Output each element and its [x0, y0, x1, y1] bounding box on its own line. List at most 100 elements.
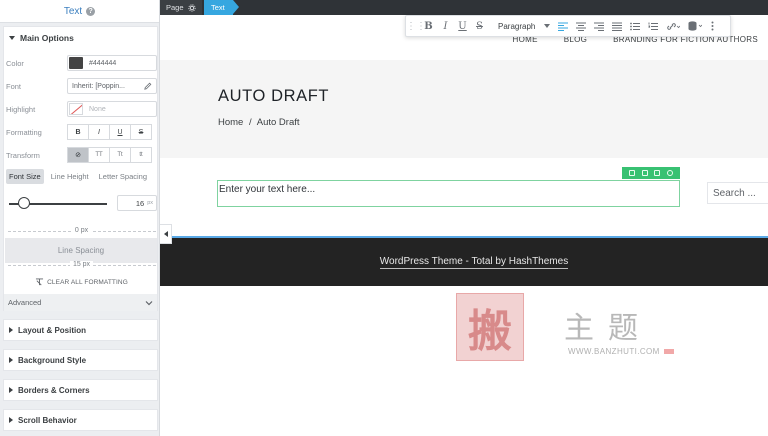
transform-label: Transform [6, 151, 40, 160]
breadcrumb-current[interactable]: Text [204, 0, 239, 15]
color-swatch[interactable] [69, 57, 83, 69]
crumb-separator: / [248, 117, 252, 128]
font-label: Font [6, 82, 22, 91]
align-justify-icon[interactable] [608, 15, 626, 37]
formatting-label: Formatting [6, 128, 42, 137]
highlight-row: Highlight None [4, 101, 159, 119]
watermark-logo: 搬 [456, 293, 524, 361]
element-toolbar [622, 167, 680, 179]
section-scroll-behavior[interactable]: Scroll Behavior [3, 409, 158, 431]
highlight-label: Highlight [6, 105, 36, 114]
transform-buttons: ⊘ TT Tt tt [67, 147, 152, 163]
align-center-icon[interactable] [572, 15, 590, 37]
watermark-url-text: WWW.BANZHUTI.COM [568, 347, 660, 356]
transform-none-button[interactable]: ⊘ [67, 147, 89, 163]
move-icon[interactable] [629, 170, 636, 176]
line-spacing-bottom-label: 15 px [4, 261, 159, 268]
breadcrumb-current-label: Text [211, 3, 225, 12]
font-size-input[interactable]: 16 px [117, 195, 157, 211]
bold-button[interactable]: B [67, 124, 89, 140]
color-row: Color #444444 [4, 55, 159, 73]
help-icon[interactable]: ? [86, 6, 96, 16]
section-label: Borders & Corners [18, 385, 90, 395]
caret-left-icon [163, 231, 168, 237]
section-borders-corners[interactable]: Borders & Corners [3, 379, 158, 401]
typography-tabs: Font Size Line Height Letter Spacing [6, 169, 150, 184]
section-label: Background Style [18, 355, 87, 365]
highlight-picker[interactable]: None [67, 101, 157, 117]
transform-lowercase-button[interactable]: tt [130, 147, 152, 163]
caret-right-icon [9, 357, 13, 363]
align-left-icon[interactable] [554, 15, 572, 37]
watermark-logo-glyph: 搬 [468, 306, 512, 357]
more-options-icon[interactable] [706, 15, 718, 37]
section-layout-position[interactable]: Layout & Position [3, 319, 158, 341]
transform-row: Transform ⊘ TT Tt tt [4, 147, 159, 165]
pencil-icon[interactable] [144, 82, 152, 90]
caret-right-icon [9, 327, 13, 333]
caret-right-icon [9, 387, 13, 393]
toolbar-underline-button[interactable]: U [454, 21, 471, 32]
section-label: Layout & Position [18, 325, 86, 335]
panel-header: Text ? [0, 0, 159, 23]
settings-icon[interactable] [654, 170, 661, 176]
no-color-swatch[interactable] [69, 103, 83, 115]
tab-line-height[interactable]: Line Height [48, 169, 92, 184]
toolbar-italic-button[interactable]: I [437, 21, 454, 32]
link-icon[interactable] [662, 15, 684, 37]
transform-uppercase-button[interactable]: TT [88, 147, 110, 163]
numbered-list-icon[interactable] [644, 15, 662, 37]
text-element-editor[interactable]: Enter your text here... [217, 180, 680, 207]
database-icon[interactable] [684, 15, 706, 37]
drag-handle-icon[interactable]: ⋮⋮ [406, 21, 426, 32]
line-spacing-control[interactable]: Line Spacing [5, 238, 157, 263]
advanced-label: Advanced [8, 298, 42, 307]
line-spacing-label: Line Spacing [57, 246, 105, 255]
duplicate-icon[interactable] [641, 170, 648, 176]
font-size-slider-handle[interactable] [18, 197, 30, 209]
toolbar-bold-button[interactable]: B [420, 21, 437, 32]
transform-capitalize-button[interactable]: Tt [109, 147, 131, 163]
block-format-value: Paragraph [498, 21, 536, 31]
footer-credit[interactable]: WordPress Theme - Total by HashThemes [379, 256, 569, 269]
main-options-title: Main Options [20, 33, 74, 43]
bullet-list-icon[interactable] [626, 15, 644, 37]
app-root: Text ? Main Options Color #444444 Font I… [0, 0, 768, 436]
caret-down-icon [9, 36, 15, 40]
page-title: AUTO DRAFT [218, 87, 330, 105]
breadcrumb-page-label: Page [166, 3, 184, 12]
line-spacing-top-value: 0 px [71, 227, 92, 234]
search-input[interactable]: Search ... [707, 182, 768, 204]
delete-icon[interactable] [666, 170, 673, 176]
watermark-badge [663, 349, 674, 354]
tab-font-size[interactable]: Font Size [6, 169, 44, 184]
font-select[interactable]: Inherit: [Poppin... [67, 78, 157, 94]
strikethrough-button[interactable]: S [130, 124, 152, 140]
toolbar-strikethrough-button[interactable]: S [471, 21, 488, 32]
formatting-row: Formatting B I U S [4, 124, 159, 142]
watermark-text: 主题 [564, 311, 652, 346]
panel-collapse-button[interactable] [160, 224, 172, 244]
search-placeholder: Search ... [713, 187, 756, 199]
color-label: Color [6, 59, 24, 68]
crumb-current: Auto Draft [256, 117, 300, 128]
crumb-home-link[interactable]: Home [218, 117, 243, 128]
rich-text-toolbar: ⋮⋮ B I U S Paragraph [405, 15, 731, 37]
main-options-toggle[interactable]: Main Options [4, 27, 157, 49]
underline-button[interactable]: U [109, 124, 131, 140]
italic-button[interactable]: I [88, 124, 110, 140]
line-spacing-top-label: 0 px [4, 227, 159, 234]
align-right-icon[interactable] [590, 15, 608, 37]
breadcrumb-page[interactable]: Page [160, 0, 202, 15]
block-format-select[interactable]: Paragraph [492, 22, 550, 31]
caret-down-icon [544, 24, 550, 28]
chevron-down-icon [145, 300, 153, 305]
section-background-style[interactable]: Background Style [3, 349, 158, 371]
color-picker[interactable]: #444444 [67, 55, 157, 71]
gear-icon[interactable] [187, 3, 196, 12]
site-footer: WordPress Theme - Total by HashThemes [160, 238, 768, 286]
panel-title: Text [63, 5, 83, 17]
tab-letter-spacing[interactable]: Letter Spacing [96, 169, 150, 184]
clear-formatting-button[interactable]: CLEAR ALL FORMATTING [4, 278, 159, 286]
advanced-toggle[interactable]: Advanced [4, 294, 157, 311]
